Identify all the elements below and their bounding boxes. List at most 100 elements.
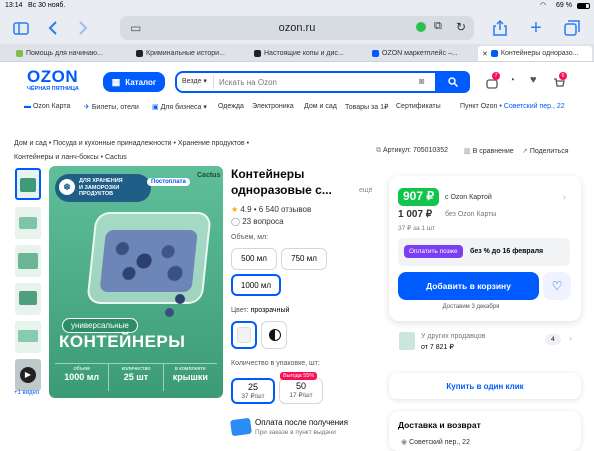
tab-bar: Помощь для начинаю... Криминальные истор… [0, 44, 594, 62]
favicon-icon [254, 50, 261, 57]
search-button[interactable] [435, 71, 470, 93]
unit-price: 37 ₽ за 1 шт [398, 225, 435, 232]
berry-icon [165, 308, 174, 317]
thumbnail-3[interactable] [15, 245, 41, 277]
storage-badge: ❄ ДЛЯ ХРАНЕНИЯ И ЗАМОРОЗКИ ПРОДУКТОВ [55, 174, 151, 202]
thumbnail-2[interactable] [15, 207, 41, 239]
sidebar-icon[interactable] [10, 18, 32, 38]
delivery-address[interactable]: ◉ Советский пер., 22 [401, 438, 470, 446]
thumbnail-1[interactable] [15, 168, 41, 200]
title-more-link[interactable]: ещё [359, 187, 373, 194]
breadcrumb-item[interactable]: Посуда и кухонные принадлежности [53, 140, 171, 147]
installment-text: без % до 16 февраля [470, 248, 544, 255]
forward-icon[interactable] [74, 18, 92, 38]
product-image[interactable]: ❄ ДЛЯ ХРАНЕНИЯ И ЗАМОРОЗКИ ПРОДУКТОВ Cactu… [49, 166, 223, 398]
installment-block[interactable]: Оплатить позже без % до 16 февраля [398, 238, 570, 266]
grid-icon: ▦ [111, 76, 121, 87]
camera-icon[interactable]: ◙ [419, 76, 424, 86]
tab-3[interactable]: Настоящие копы и дис... [250, 46, 362, 61]
questions-link[interactable]: ◯ 23 вопроса [231, 217, 284, 226]
postpay-badge: Постоплата [147, 178, 190, 186]
thumbnail-4[interactable] [15, 283, 41, 315]
pay-later-subtitle: При заказе в пункт выдачи [255, 429, 336, 436]
berry-icon [175, 294, 185, 304]
ozon-logo[interactable]: OZON ЧЁРНАЯ ПЯТНИЦА [27, 68, 79, 92]
search-icon [447, 77, 458, 87]
nav-clothes[interactable]: Одежда [218, 103, 244, 110]
divider [213, 75, 214, 89]
browser-toolbar: ▭ ozon.ru ⧉ ↻ + [0, 12, 594, 44]
tab-4[interactable]: OZON маркетплейс –... [368, 46, 478, 61]
seller-thumbnail [399, 332, 415, 350]
volume-option-750[interactable]: 750 мл [281, 248, 327, 270]
breadcrumb-item[interactable]: Хранение продуктов [178, 140, 245, 147]
back-icon[interactable] [44, 18, 62, 38]
nav-tickets[interactable]: ✈ Билеты, отели [84, 103, 139, 111]
regular-price-label: без Ozon Карты [445, 211, 497, 218]
delivery-section: Доставка и возврат ◉ Советский пер., 22 [389, 411, 581, 451]
volume-option-1000-selected[interactable]: 1000 мл [231, 274, 281, 296]
heart-icon[interactable]: ♥ [530, 74, 537, 86]
buy-one-click-button[interactable]: Купить в один клик [389, 373, 581, 399]
rating[interactable]: ★ 4.9 • 6 540 отзывов [231, 205, 311, 214]
orders-icon[interactable]: 7 [486, 72, 500, 89]
close-tab-icon[interactable]: ✕ [482, 50, 488, 58]
battery-icon [577, 3, 590, 9]
catalog-button[interactable]: ▦ Каталог [103, 72, 165, 92]
url-text: ozon.ru [278, 22, 316, 34]
address-bar[interactable]: ▭ ozon.ru ⧉ ↻ [120, 16, 474, 40]
search-box[interactable]: Везде ▾ ◙ [175, 71, 470, 93]
video-thumbnail[interactable]: ▶ [15, 359, 41, 391]
pay-later-button[interactable]: Оплатить позже [404, 245, 463, 258]
qty-option-25-selected[interactable]: 25 37 ₽/шт [231, 378, 275, 404]
pickup-point[interactable]: Пункт Ozon • Советский пер., 22 [460, 103, 565, 110]
share-link[interactable]: ↗ Поделиться [522, 147, 568, 155]
cart-icon[interactable]: 6 [553, 72, 567, 88]
video-count[interactable]: +1 видео [14, 390, 39, 396]
location-icon: ◉ [401, 439, 408, 446]
compare-link[interactable]: ▥ В сравнение [464, 147, 514, 155]
article-number[interactable]: ⧉ Артикул: 705010352 [376, 147, 448, 155]
card-icon: ▬ [24, 103, 31, 110]
nav-ozon-card[interactable]: ▬ Ozon Карта [24, 103, 70, 110]
page-menu-icon[interactable]: ▭ [130, 21, 141, 35]
thumbnail-5[interactable] [15, 321, 41, 353]
compare-icon: ▥ [464, 148, 471, 155]
nav-one-ruble[interactable]: Товары за 1₽ [345, 103, 388, 111]
tab-2[interactable]: Криминальные истори... [132, 46, 244, 61]
chevron-right-icon: › [569, 333, 572, 343]
tab-5-active[interactable]: ✕ Контейнеры одноразо... [478, 46, 592, 61]
nav-business[interactable]: ▣ Для бизнеса ▾ [152, 103, 207, 111]
breadcrumb-item[interactable]: Cactus [105, 154, 127, 161]
snowflake-icon: ❄ [59, 179, 75, 195]
favicon-icon [16, 50, 23, 57]
breadcrumb: Дом и сад • Посуда и кухонные принадлежн… [14, 140, 250, 147]
add-to-cart-button[interactable]: Добавить в корзину [398, 272, 539, 300]
chevron-right-icon[interactable]: › [563, 192, 566, 202]
tabs-overview-icon[interactable] [562, 17, 582, 39]
nav-certificates[interactable]: Сертификаты [396, 103, 441, 110]
breadcrumb-item[interactable]: Контейнеры и ланч-боксы [14, 154, 99, 161]
volume-label: Объем, мл: [231, 234, 269, 241]
battery-percent: 69 % [556, 2, 572, 9]
lamp-icon[interactable]: ◔ [509, 75, 515, 86]
volume-option-500[interactable]: 500 мл [231, 248, 277, 270]
share-icon[interactable] [490, 17, 510, 39]
other-sellers[interactable]: У других продавцов от 7 821 ₽ 4 › [389, 328, 581, 356]
search-scope[interactable]: Везде ▾ [182, 77, 207, 85]
nav-electronics[interactable]: Электроника [252, 103, 294, 110]
new-tab-icon[interactable]: + [526, 17, 546, 39]
favorite-heart-icon[interactable]: ♡ [543, 272, 571, 300]
status-time: 13:14 [5, 2, 23, 9]
color-swatch-black-white[interactable] [261, 321, 287, 349]
price-card: 907 ₽ с Ozon Картой › 1 007 ₽ без Ozon К… [389, 176, 581, 321]
nav-home-garden[interactable]: Дом и сад [304, 103, 337, 110]
color-swatch-transparent[interactable] [231, 321, 257, 349]
breadcrumb-item[interactable]: Дом и сад [14, 140, 47, 147]
reload-icon[interactable]: ↻ [456, 20, 466, 34]
status-date: Вс 30 нояб. [28, 2, 66, 9]
qty-option-50[interactable]: 50 17 ₽/шт [279, 378, 323, 404]
search-input[interactable] [219, 75, 409, 89]
tab-1[interactable]: Помощь для начинаю... [12, 46, 128, 61]
reader-icon[interactable]: ⧉ [434, 20, 442, 33]
